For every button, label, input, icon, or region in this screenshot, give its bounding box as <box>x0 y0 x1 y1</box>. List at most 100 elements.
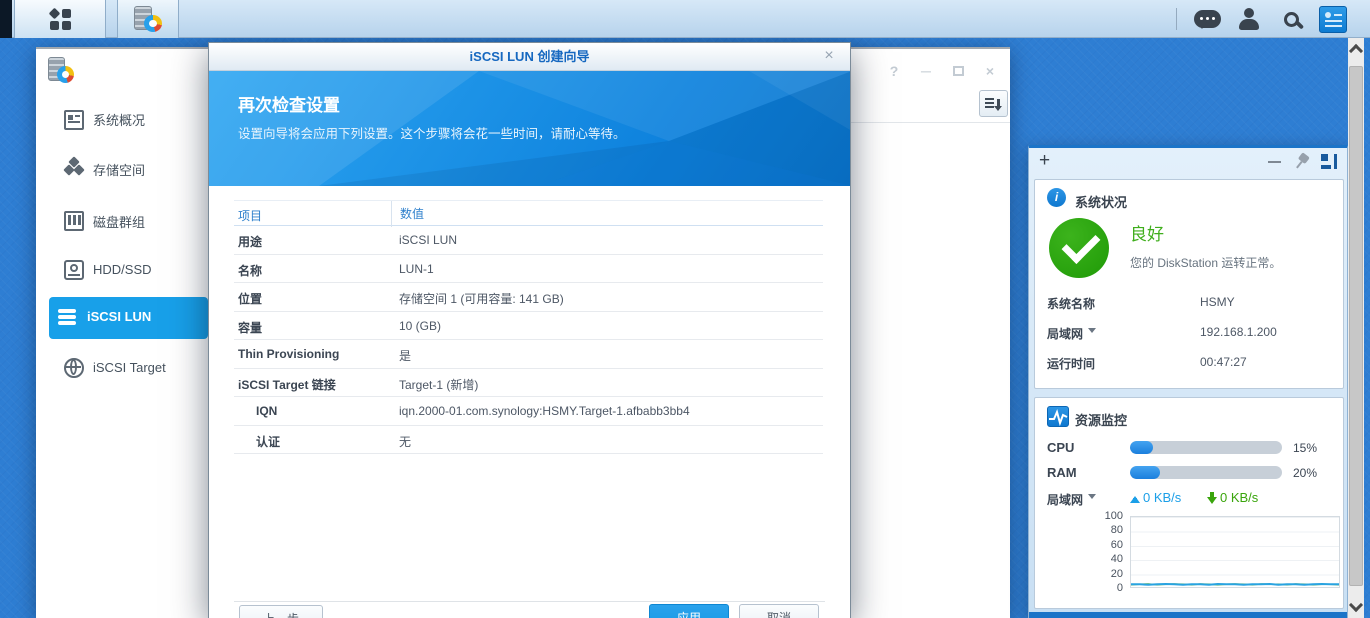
widgets-toggle-button[interactable] <box>1316 0 1350 38</box>
row-label: 名称 <box>238 263 263 278</box>
resource-monitor-widget: 资源监控 CPU 15% RAM 20% 局域网 0 KB/s 0 KB/s 1… <box>1034 397 1344 609</box>
widget-panel: + i 系统状况 良好 您的 DiskStation 运转正常。 系统名称 HS… <box>1028 145 1348 618</box>
row-value: iqn.2000-01.com.synology:HSMY.Target-1.a… <box>399 404 690 418</box>
cpu-meter <box>1130 441 1282 454</box>
ram-meter <box>1130 466 1282 479</box>
health-status-desc: 您的 DiskStation 运转正常。 <box>1130 256 1282 270</box>
row-label: 容量 <box>238 320 263 335</box>
sidebar-item-label: 系统概况 <box>93 113 146 128</box>
lan-dropdown[interactable]: 局域网 <box>1047 325 1097 342</box>
health-status-text: 良好 <box>1130 225 1164 244</box>
table-row: 容量 10 (GB) <box>234 312 823 340</box>
scrollbar-thumb[interactable] <box>1349 66 1363 586</box>
table-row: iSCSI Target 链接 Target-1 (新增) <box>234 369 823 397</box>
chart-ytick: 100 <box>1104 510 1123 522</box>
cpu-percent: 15% <box>1293 441 1318 455</box>
window-help-button[interactable]: ? <box>884 62 904 80</box>
user-icon <box>1239 8 1259 30</box>
row-label: iSCSI Target 链接 <box>238 377 336 392</box>
pin-icon[interactable] <box>1290 150 1312 172</box>
lan-dropdown[interactable]: 局域网 <box>1047 491 1097 508</box>
storage-manager-window-icon <box>48 57 74 83</box>
uptime-value: 00:47:27 <box>1200 355 1247 369</box>
disk-group-icon <box>64 211 84 231</box>
resource-monitor-icon <box>1047 406 1069 427</box>
chart-ytick: 0 <box>1116 582 1123 594</box>
row-label: IQN <box>256 404 278 418</box>
desktop-area: ? ─ × 系统概况 存储空间 磁盘群组 HDD/SSD iSCSI LUN i… <box>0 38 1370 618</box>
dialog-close-button[interactable]: × <box>820 47 838 65</box>
sidebar-item-iscsi-lun[interactable]: iSCSI LUN <box>49 297 208 339</box>
health-check-icon <box>1049 218 1109 278</box>
user-options-button[interactable] <box>1232 0 1266 38</box>
table-row: 认证 无 <box>234 426 823 454</box>
row-label: 用途 <box>238 235 263 249</box>
sort-button[interactable] <box>979 90 1008 117</box>
storage-pool-icon <box>63 156 85 178</box>
iscsi-lun-wizard-dialog: iSCSI LUN 创建向导 × 再次检查设置 设置向导将会应用下列设置。这个步… <box>208 42 851 618</box>
search-button[interactable] <box>1274 0 1308 38</box>
top-taskbar <box>0 0 1370 38</box>
table-row: 名称 LUN-1 <box>234 255 823 283</box>
taskbar-corner <box>0 0 12 38</box>
sidebar-item-label: iSCSI LUN <box>87 309 152 324</box>
cpu-label: CPU <box>1047 440 1075 455</box>
table-row: 用途 iSCSI LUN <box>234 226 823 255</box>
table-row: Thin Provisioning 是 <box>234 340 823 369</box>
row-label: 位置 <box>238 292 263 306</box>
collapse-panel-button[interactable] <box>1268 161 1281 163</box>
add-widget-button[interactable]: + <box>1039 150 1050 172</box>
widget-title: 资源监控 <box>1075 413 1128 428</box>
cancel-button[interactable]: 取消 <box>739 604 819 618</box>
apply-button[interactable]: 应用 <box>649 604 729 618</box>
dialog-header-banner: 再次检查设置 设置向导将会应用下列设置。这个步骤将会花一些时间，请耐心等待。 <box>209 71 850 186</box>
widgets-toggle-icon <box>1319 5 1347 33</box>
download-arrow-icon <box>1207 491 1217 504</box>
row-value: iSCSI LUN <box>399 233 458 247</box>
dock-panel-icon[interactable] <box>1321 154 1337 169</box>
maximize-icon <box>952 66 964 76</box>
dsm-desktop: ? ─ × 系统概况 存储空间 磁盘群组 HDD/SSD iSCSI LUN i… <box>0 0 1370 618</box>
chart-ytick: 80 <box>1110 524 1123 537</box>
notifications-button[interactable] <box>1190 0 1224 38</box>
system-name-label: 系统名称 <box>1047 297 1096 311</box>
chevron-down-icon <box>1088 328 1097 337</box>
download-rate: 0 KB/s <box>1207 490 1258 505</box>
chat-bubble-icon <box>1193 10 1221 29</box>
taskbar-divider <box>1176 8 1177 30</box>
footer-separator <box>234 601 825 602</box>
row-value: Target-1 (新增) <box>399 377 479 392</box>
row-value: 存储空间 1 (可用容量: 141 GB) <box>399 292 564 306</box>
lan-ip-value: 192.168.1.200 <box>1200 325 1277 339</box>
scroll-down-arrow[interactable] <box>1348 597 1364 613</box>
window-minimize-button[interactable]: ─ <box>916 62 936 80</box>
chevron-down-icon <box>1088 494 1097 503</box>
sort-icon <box>985 98 1002 111</box>
sidebar-item-label: HDD/SSD <box>93 262 152 277</box>
table-row: 位置 存储空间 1 (可用容量: 141 GB) <box>234 283 823 312</box>
row-value: LUN-1 <box>399 261 434 276</box>
window-maximize-button[interactable] <box>948 62 968 80</box>
uptime-label: 运行时间 <box>1047 357 1096 371</box>
row-label: Thin Provisioning <box>238 347 340 361</box>
storage-manager-icon <box>134 6 162 32</box>
settings-summary-table: 项目 数值 用途 iSCSI LUN 名称 LUN-1 位置 存储空间 1 (可… <box>234 200 823 454</box>
row-label: 认证 <box>256 434 281 449</box>
chart-ytick: 20 <box>1110 567 1123 580</box>
ram-percent: 20% <box>1293 466 1318 480</box>
ram-label: RAM <box>1047 465 1077 480</box>
back-button[interactable]: 上一步 <box>239 605 323 618</box>
scroll-up-arrow[interactable] <box>1348 43 1364 59</box>
storage-manager-taskbar-button[interactable] <box>117 0 179 38</box>
iscsi-lun-icon <box>58 309 78 329</box>
window-close-button[interactable]: × <box>980 62 1000 80</box>
desktop-scrollbar[interactable] <box>1348 38 1364 618</box>
widget-panel-header: + <box>1029 148 1347 176</box>
upload-arrow-icon <box>1130 491 1140 504</box>
main-menu-button[interactable] <box>14 0 106 38</box>
panel-bottom-edge <box>1029 612 1347 618</box>
system-name-value: HSMY <box>1200 295 1235 309</box>
table-header-row: 项目 数值 <box>234 200 823 227</box>
iscsi-target-icon <box>64 358 84 378</box>
dialog-title: iSCSI LUN 创建向导 <box>469 49 590 64</box>
